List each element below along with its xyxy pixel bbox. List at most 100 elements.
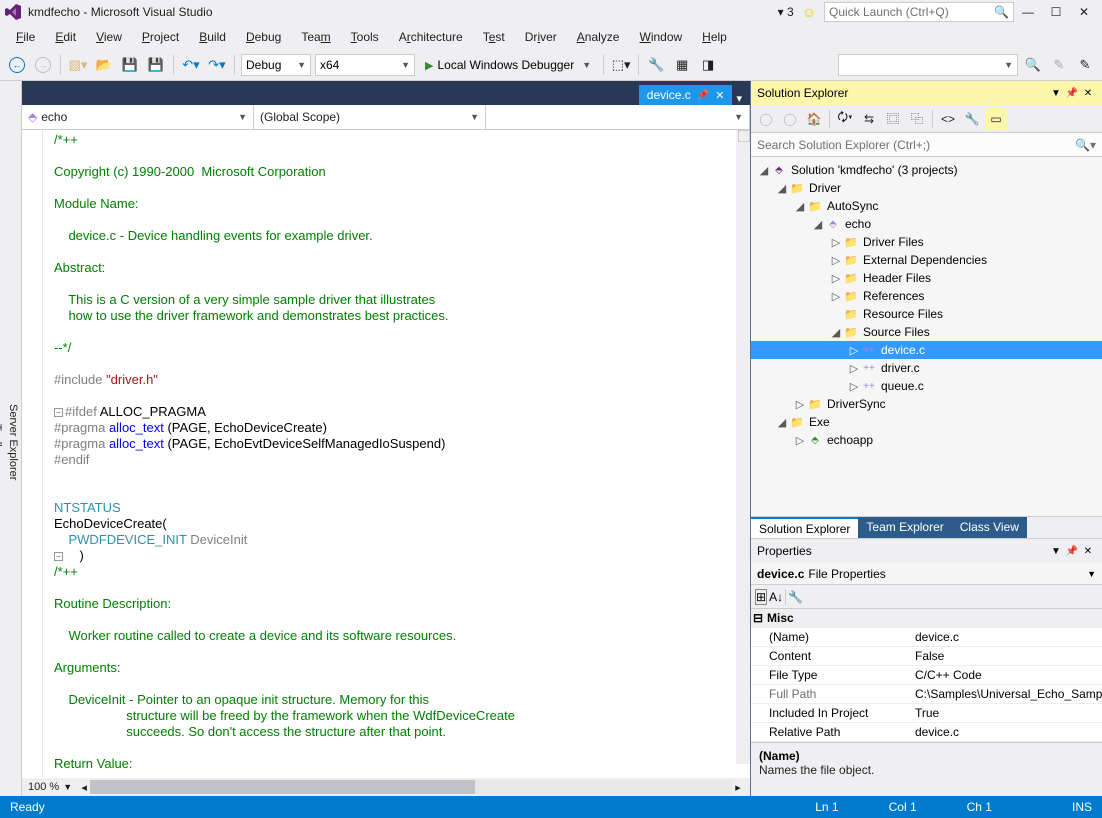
menu-test[interactable]: Test xyxy=(473,26,515,48)
tree-item-external-dependencies[interactable]: ▷📁External Dependencies xyxy=(751,251,1102,269)
minimize-button[interactable]: — xyxy=(1014,2,1042,22)
tree-item-source-files[interactable]: ◢📁Source Files xyxy=(751,323,1102,341)
properties-object-select[interactable]: device.cFile Properties▼ xyxy=(751,563,1102,585)
side-tab-server-explorer[interactable]: Server Explorer xyxy=(5,398,21,486)
prop-row-included-in-project[interactable]: Included In ProjectTrue xyxy=(751,704,1102,723)
menu-analyze[interactable]: Analyze xyxy=(567,26,630,48)
panel-dropdown-button[interactable]: ▼ xyxy=(1048,85,1064,101)
tree-item-resource-files[interactable]: 📁Resource Files xyxy=(751,305,1102,323)
tree-item-references[interactable]: ▷📁References xyxy=(751,287,1102,305)
vertical-scrollbar[interactable] xyxy=(736,130,750,764)
panel-close-button[interactable]: ✕ xyxy=(1080,85,1096,101)
feedback-smiley-icon[interactable]: ☺ xyxy=(802,4,816,20)
quick-launch-input[interactable]: Quick Launch (Ctrl+Q) 🔍 xyxy=(824,2,1014,22)
new-project-button[interactable]: ▧▾ xyxy=(67,54,89,76)
pin-icon[interactable]: 📌 xyxy=(697,90,709,101)
menu-edit[interactable]: Edit xyxy=(45,26,86,48)
tree-item-echoapp[interactable]: ▷⬘echoapp xyxy=(751,431,1102,449)
se-code-button[interactable]: <> xyxy=(937,108,959,130)
props-alpha-button[interactable]: A↓ xyxy=(769,590,783,604)
tree-item-exe[interactable]: ◢📁Exe xyxy=(751,413,1102,431)
menu-team[interactable]: Team xyxy=(291,26,340,48)
tab-team-explorer[interactable]: Team Explorer xyxy=(858,517,951,538)
menu-view[interactable]: View xyxy=(86,26,132,48)
notification-flag-icon[interactable]: ▾ 3 xyxy=(778,5,794,19)
main-toolbar: ← → ▧▾ 📂 💾 💾 ↶▾ ↷▾ Debug▼ x64▼ ▶Local Wi… xyxy=(0,50,1102,81)
config-select[interactable]: Debug▼ xyxy=(241,54,311,76)
panel-dropdown-button[interactable]: ▼ xyxy=(1048,543,1064,559)
se-back-button[interactable]: ◯ xyxy=(755,108,777,130)
tree-item-driver-files[interactable]: ▷📁Driver Files xyxy=(751,233,1102,251)
toolbar-btn-7[interactable]: ✎ xyxy=(1074,54,1096,76)
prop-row--name-[interactable]: (Name)device.c xyxy=(751,628,1102,647)
horizontal-scrollbar[interactable]: ◂▸ xyxy=(78,780,744,794)
se-sync-button[interactable]: ⇆ xyxy=(858,108,880,130)
prop-row-full-path[interactable]: Full PathC:\Samples\Universal_Echo_Samp xyxy=(751,685,1102,704)
save-button[interactable]: 💾 xyxy=(119,54,141,76)
tree-item-driver[interactable]: ◢📁Driver xyxy=(751,179,1102,197)
undo-button[interactable]: ↶▾ xyxy=(180,54,202,76)
toolbar-btn-3[interactable]: ▦ xyxy=(671,54,693,76)
document-tab-device-c[interactable]: device.c 📌 ✕ xyxy=(639,85,733,105)
menu-tools[interactable]: Tools xyxy=(341,26,389,48)
props-categorized-button[interactable]: ⊞ xyxy=(755,589,767,605)
se-preview-button[interactable]: ▭ xyxy=(985,108,1007,130)
tree-item-driver-c[interactable]: ▷++driver.c xyxy=(751,359,1102,377)
menu-architecture[interactable]: Architecture xyxy=(389,26,473,48)
panel-pin-button[interactable]: 📌 xyxy=(1064,543,1080,559)
prop-row-file-type[interactable]: File TypeC/C++ Code xyxy=(751,666,1102,685)
tree-item-driversync[interactable]: ▷📁DriverSync xyxy=(751,395,1102,413)
solution-tree[interactable]: ◢⬘Solution 'kmdfecho' (3 projects)◢📁Driv… xyxy=(751,157,1102,516)
se-home-button[interactable]: 🏠 xyxy=(803,108,825,130)
menu-debug[interactable]: Debug xyxy=(236,26,291,48)
menu-project[interactable]: Project xyxy=(132,26,189,48)
tree-item-autosync[interactable]: ◢📁AutoSync xyxy=(751,197,1102,215)
se-properties-button[interactable]: 🔧 xyxy=(961,108,983,130)
prop-row-relative-path[interactable]: Relative Pathdevice.c xyxy=(751,723,1102,742)
open-file-button[interactable]: 📂 xyxy=(93,54,115,76)
nav-scope-member[interactable]: ▼ xyxy=(486,105,750,129)
prop-row-content[interactable]: ContentFalse xyxy=(751,647,1102,666)
tree-item-solution[interactable]: ◢⬘Solution 'kmdfecho' (3 projects) xyxy=(751,161,1102,179)
toolbar-btn-5[interactable]: 🔍 xyxy=(1022,54,1044,76)
toolbar-btn-4[interactable]: ◨ xyxy=(697,54,719,76)
tree-item-device-c[interactable]: ▷++device.c xyxy=(751,341,1102,359)
se-fwd-button[interactable]: ◯ xyxy=(779,108,801,130)
nav-fwd-button[interactable]: → xyxy=(32,54,54,76)
panel-close-button[interactable]: ✕ xyxy=(1080,543,1096,559)
menu-file[interactable]: File xyxy=(6,26,45,48)
code-editor[interactable]: /*++ Copyright (c) 1990-2000 Microsoft C… xyxy=(22,130,750,778)
nav-back-button[interactable]: ← xyxy=(6,54,28,76)
solution-explorer-search[interactable]: Search Solution Explorer (Ctrl+;) 🔍▾ xyxy=(751,133,1102,157)
menu-build[interactable]: Build xyxy=(189,26,236,48)
close-button[interactable]: ✕ xyxy=(1070,2,1098,22)
save-all-button[interactable]: 💾 xyxy=(145,54,167,76)
menu-driver[interactable]: Driver xyxy=(515,26,567,48)
platform-select[interactable]: x64▼ xyxy=(315,54,415,76)
close-tab-icon[interactable]: ✕ xyxy=(715,89,724,102)
zoom-level[interactable]: 100 % xyxy=(28,781,59,793)
tab-overflow-button[interactable]: ▾ xyxy=(732,92,746,105)
tree-item-queue-c[interactable]: ▷++queue.c xyxy=(751,377,1102,395)
toolbar-search[interactable]: ▼ xyxy=(838,54,1018,76)
nav-scope-project[interactable]: ⬘echo▼ xyxy=(22,105,254,129)
se-showall-button[interactable]: ⿻ xyxy=(906,108,928,130)
nav-scope-global[interactable]: (Global Scope)▼ xyxy=(254,105,486,129)
start-debug-button[interactable]: ▶Local Windows Debugger▼ xyxy=(419,54,597,76)
toolbar-btn-6[interactable]: ✎ xyxy=(1048,54,1070,76)
side-tab-toolbox[interactable]: Toolbox xyxy=(0,418,5,468)
menu-help[interactable]: Help xyxy=(692,26,737,48)
props-pages-button[interactable]: 🔧 xyxy=(788,590,803,604)
redo-button[interactable]: ↷▾ xyxy=(206,54,228,76)
tree-item-echo[interactable]: ◢⬘echo xyxy=(751,215,1102,233)
menu-window[interactable]: Window xyxy=(629,26,692,48)
se-collapse-button[interactable]: ⿴ xyxy=(882,108,904,130)
tab-class-view[interactable]: Class View xyxy=(952,517,1027,538)
panel-pin-button[interactable]: 📌 xyxy=(1064,85,1080,101)
se-refresh-button[interactable]: 🗘▾ xyxy=(834,108,856,130)
tree-item-header-files[interactable]: ▷📁Header Files xyxy=(751,269,1102,287)
tab-solution-explorer[interactable]: Solution Explorer xyxy=(751,517,858,538)
toolbar-btn-2[interactable]: 🔧 xyxy=(645,54,667,76)
toolbar-btn-1[interactable]: ⬚▾ xyxy=(610,54,632,76)
maximize-button[interactable]: ☐ xyxy=(1042,2,1070,22)
